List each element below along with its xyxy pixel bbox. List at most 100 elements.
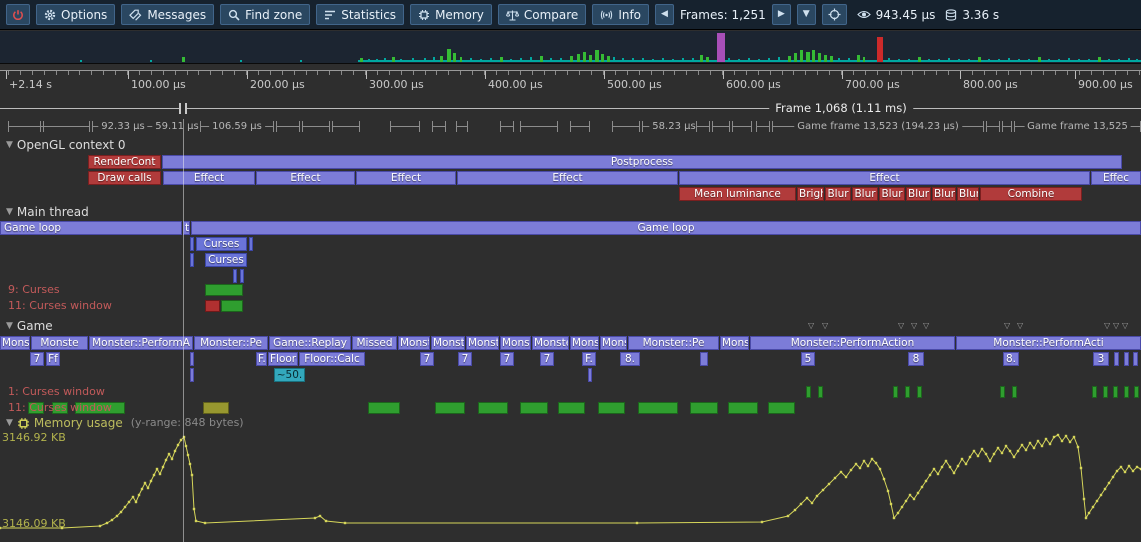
zone[interactable] [190, 352, 194, 366]
frame-time-bar[interactable] [424, 58, 426, 62]
frame-time-bar[interactable] [583, 52, 586, 62]
frame-time-histogram[interactable] [0, 31, 1141, 64]
frame-time-bar[interactable] [433, 57, 435, 62]
frame-time-bar[interactable] [848, 58, 850, 62]
info-button[interactable]: Info [592, 4, 649, 25]
zone[interactable]: 3 [1093, 352, 1109, 366]
zone[interactable]: 7 [420, 352, 434, 366]
lock-plot-bar[interactable] [1092, 386, 1097, 398]
zone[interactable]: Floor::Calc [299, 352, 365, 366]
zone[interactable] [240, 269, 244, 283]
frame-time-bar[interactable] [700, 55, 703, 62]
zone[interactable]: F. [256, 352, 267, 366]
frame-time-bar[interactable] [1136, 59, 1138, 62]
collapsed-zone-marker-icon[interactable]: ▽ [1113, 322, 1119, 330]
zone[interactable]: Mean luminance [679, 187, 796, 201]
frame-time-bar[interactable] [682, 58, 684, 62]
collapsed-zone-marker-icon[interactable]: ▽ [923, 322, 929, 330]
compare-button[interactable]: Compare [498, 4, 586, 25]
zone[interactable]: Curses [205, 253, 247, 267]
lock-plot-bar[interactable] [558, 402, 585, 414]
zone[interactable]: Monster::PerformAction [750, 336, 955, 350]
frame-marker[interactable]: 106.59 µs [200, 119, 274, 134]
lock-plot-bar[interactable] [690, 402, 718, 414]
memory-usage-plot[interactable] [0, 430, 1141, 542]
frame-time-bar[interactable] [1118, 59, 1120, 62]
zone[interactable]: Game loop [191, 221, 1141, 235]
frame-time-bar[interactable] [400, 59, 402, 62]
frame-time-bar[interactable] [1068, 58, 1070, 62]
lock-plot-bar[interactable] [768, 402, 795, 414]
collapse-triangle-icon[interactable]: ▼ [6, 319, 13, 333]
zone[interactable] [233, 269, 237, 283]
lock-plot-bar[interactable] [1012, 386, 1017, 398]
zone[interactable]: Effect [256, 171, 355, 185]
lock-plot-bar[interactable] [1124, 386, 1129, 398]
power-button[interactable] [6, 4, 30, 25]
frame-time-bar[interactable] [520, 58, 522, 62]
frame-time-bar[interactable] [1038, 57, 1041, 62]
frame-time-bar[interactable] [652, 59, 654, 62]
zone[interactable]: ti [183, 221, 190, 235]
zone[interactable] [1114, 352, 1119, 366]
frame-marker[interactable]: 58.23 µs [654, 119, 694, 134]
statistics-button[interactable]: Statistics [316, 4, 404, 25]
frame-time-bar[interactable] [589, 55, 592, 62]
frame-time-bar[interactable] [1108, 59, 1110, 62]
zone[interactable]: 8. [620, 352, 640, 366]
zone[interactable]: ~50. [274, 368, 305, 382]
frame-time-bar[interactable] [758, 59, 760, 62]
frame-time-bar[interactable] [717, 33, 725, 62]
frame-marker[interactable] [612, 119, 640, 134]
frame-time-bar[interactable] [1058, 59, 1060, 62]
frame-time-bar[interactable] [368, 59, 370, 62]
frame-marker[interactable] [570, 119, 590, 134]
frame-time-bar[interactable] [360, 58, 363, 62]
lock-plot-bar[interactable] [520, 402, 548, 414]
frame-time-bar[interactable] [738, 59, 740, 62]
collapse-triangle-icon[interactable]: ▼ [6, 205, 13, 219]
frame-time-bar[interactable] [1028, 59, 1030, 62]
frame-time-bar[interactable] [607, 56, 610, 62]
frame-marker[interactable] [756, 119, 770, 134]
frame-time-bar[interactable] [818, 53, 821, 62]
messages-button[interactable]: Messages [121, 4, 214, 25]
zone[interactable]: Draw calls [88, 171, 161, 185]
zone[interactable] [1124, 352, 1129, 366]
zone[interactable]: Blur [906, 187, 931, 201]
zone[interactable]: 7 [30, 352, 44, 366]
frame-time-bar[interactable] [988, 59, 990, 62]
zone[interactable]: Monster::PerformActi [956, 336, 1141, 350]
frame-time-bar[interactable] [1018, 59, 1020, 62]
frame-time-bar[interactable] [877, 37, 883, 62]
frame-time-bar[interactable] [908, 59, 910, 62]
lock-plot-bar[interactable] [1134, 386, 1139, 398]
frame-time-bar[interactable] [570, 56, 573, 62]
zone[interactable]: Brigh [797, 187, 824, 201]
memory-button[interactable]: Memory [410, 4, 492, 25]
zone[interactable]: Mons [600, 336, 627, 350]
lock-plot-bar[interactable] [818, 386, 823, 398]
frame-time-bar[interactable] [595, 50, 599, 62]
zone[interactable]: Effec [1091, 171, 1141, 185]
frame-time-bar[interactable] [938, 59, 940, 62]
frame-time-bar[interactable] [806, 52, 810, 62]
zone[interactable] [249, 237, 253, 251]
zone[interactable]: Ff [46, 352, 60, 366]
zone[interactable]: 8. [1003, 352, 1019, 366]
frame-time-bar[interactable] [1088, 59, 1090, 62]
frame-time-bar[interactable] [510, 59, 512, 62]
frame-time-bar[interactable] [480, 59, 482, 62]
frame-time-bar[interactable] [863, 57, 865, 62]
frame-time-bar[interactable] [1098, 57, 1101, 62]
zone[interactable]: Monst [431, 336, 465, 350]
lock-plot-bar[interactable] [1113, 386, 1118, 398]
frame-time-bar[interactable] [928, 59, 930, 62]
next-frame-button[interactable]: ▶ [772, 4, 791, 25]
zone[interactable]: Monste [532, 336, 569, 350]
zoom-to-frame-button[interactable]: ▼ [797, 4, 816, 25]
frame-marker[interactable] [390, 119, 420, 134]
zone[interactable]: Monst [466, 336, 499, 350]
lock-plot-bar[interactable] [638, 402, 678, 414]
frame-time-bar[interactable] [80, 60, 82, 62]
